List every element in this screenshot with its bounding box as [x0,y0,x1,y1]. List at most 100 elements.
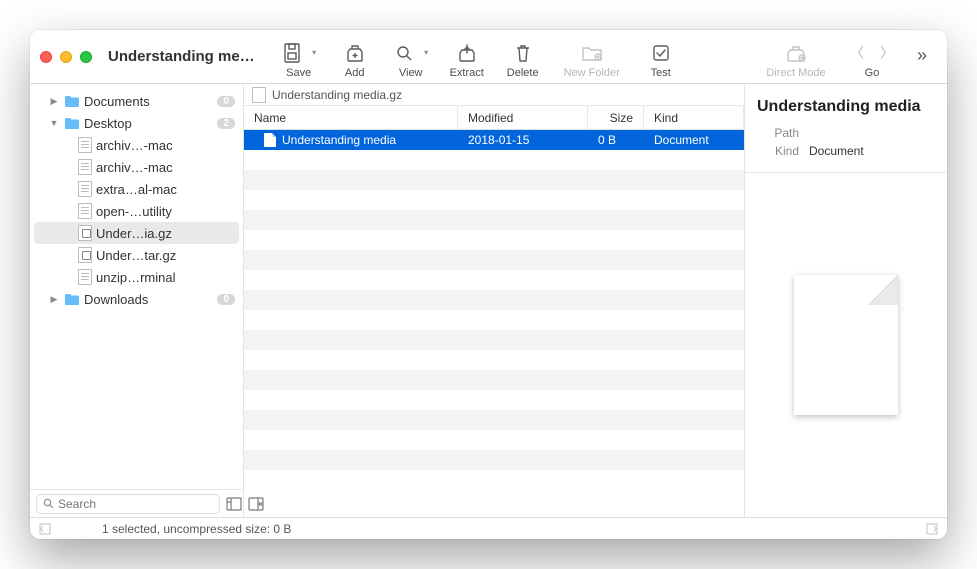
sidebar-item[interactable]: archiv…-mac [30,156,243,178]
search-input[interactable] [58,497,213,511]
save-button[interactable]: ▾ Save [271,41,327,79]
archive-icon [78,225,92,241]
column-toggle-button[interactable] [226,495,242,513]
chevron-down-icon: ▾ [312,48,316,57]
sidebar: ▶Documents0▼Desktop2archiv…-macarchiv…-m… [30,84,244,517]
empty-row [244,230,744,250]
sidebar-item-label: archiv…-mac [96,138,173,153]
sidebar-item-label: Under…ia.gz [96,226,172,241]
sidebar-item[interactable]: open-…utility [30,200,243,222]
disclosure-triangle-icon[interactable]: ▶ [48,294,60,305]
preview-title: Understanding media [757,98,935,116]
column-size[interactable]: Size [588,106,644,129]
file-kind: Document [644,133,744,147]
empty-row [244,290,744,310]
folder-icon [64,293,80,306]
sidebar-item-label: Under…tar.gz [96,248,176,263]
toolbar-label: Extract [450,67,484,79]
search-icon [43,498,54,509]
sidebar-footer [30,489,243,517]
file-size: 0 B [588,133,644,147]
column-name[interactable]: Name [244,106,458,129]
preview-panel: Understanding media Path Kind Document [745,84,947,517]
count-badge: 2 [217,118,235,129]
sidebar-item[interactable]: Under…tar.gz [30,244,243,266]
new-folder-button: New Folder [551,41,633,79]
close-window-button[interactable] [40,51,52,63]
sidebar-item[interactable]: archiv…-mac [30,134,243,156]
delete-button[interactable]: Delete [495,41,551,79]
window-title: Understanding me… [108,48,255,65]
sidebar-tree: ▶Documents0▼Desktop2archiv…-macarchiv…-m… [30,84,243,489]
file-name: Understanding media [282,133,396,147]
empty-row [244,250,744,270]
extract-button[interactable]: Extract [439,41,495,79]
preview-thumbnail-area [757,173,935,517]
file-row[interactable]: Understanding media2018-01-150 BDocument [244,130,744,150]
empty-row [244,390,744,410]
sidebar-item[interactable]: ▶Downloads0 [30,288,243,310]
disclosure-triangle-icon[interactable]: ▼ [48,118,60,128]
direct-mode-button: Direct Mode [755,41,837,79]
preview-kind-label: Kind [757,144,799,158]
new-folder-icon [580,41,604,65]
search-field[interactable] [36,494,220,514]
toolbar: ▾ Save Add ▾ View [271,35,937,79]
empty-row [244,330,744,350]
empty-row [244,190,744,210]
folder-icon [64,117,80,130]
status-text: 1 selected, uncompressed size: 0 B [52,522,925,536]
forward-button[interactable]: 〉 [872,43,902,63]
titlebar: Understanding me… ▾ Save Add [30,30,947,84]
text-file-icon [78,159,92,175]
window-controls [40,51,92,63]
toolbar-label: View [399,67,423,79]
preview-kind-value: Document [809,144,935,158]
go-arrows: 〈 〉 [842,41,902,65]
test-button[interactable]: Test [633,41,689,79]
overflow-button[interactable]: » [907,41,937,70]
sidebar-item[interactable]: ▶Documents0 [30,90,243,112]
minimize-window-button[interactable] [60,51,72,63]
column-kind[interactable]: Kind [644,106,744,129]
folder-icon [64,95,80,108]
sidebar-item-label: Documents [84,94,150,109]
sidebar-item-label: unzip…rminal [96,270,175,285]
status-bar: 1 selected, uncompressed size: 0 B [30,517,947,539]
right-grip-icon[interactable] [925,522,939,536]
view-button[interactable]: ▾ View [383,41,439,79]
toolbar-label: New Folder [564,67,620,79]
breadcrumb[interactable]: Understanding media.gz [244,84,744,106]
archive-icon [78,247,92,263]
view-icon: ▾ [393,41,428,65]
toolbar-label: Go [865,67,880,79]
file-list-panel: Understanding media.gz Name Modified Siz… [244,84,745,517]
empty-row [244,450,744,470]
empty-row [244,170,744,190]
go-nav: 〈 〉 Go [837,41,907,79]
sidebar-item-label: Desktop [84,116,132,131]
preview-path-label: Path [757,126,799,140]
column-modified[interactable]: Modified [458,106,588,129]
breadcrumb-label: Understanding media.gz [272,88,402,102]
sidebar-item[interactable]: extra…al-mac [30,178,243,200]
sidebar-item[interactable]: unzip…rminal [30,266,243,288]
empty-row [244,430,744,450]
toolbar-label: Delete [507,67,539,79]
empty-row [244,370,744,390]
file-icon [252,87,266,103]
add-button[interactable]: Add [327,41,383,79]
toolbar-label: Direct Mode [766,67,825,79]
text-file-icon [78,181,92,197]
back-button[interactable]: 〈 [842,43,872,63]
zoom-window-button[interactable] [80,51,92,63]
sidebar-item[interactable]: ▼ Desktop 2 [30,112,243,134]
sidebar-item[interactable]: Under…ia.gz [34,222,239,244]
column-headers: Name Modified Size Kind [244,106,744,130]
text-file-icon [78,269,92,285]
direct-mode-icon [784,41,808,65]
disclosure-triangle-icon[interactable]: ▶ [48,96,60,107]
file-rows: Understanding media2018-01-150 BDocument [244,130,744,517]
empty-row [244,410,744,430]
left-grip-icon[interactable] [38,522,52,536]
